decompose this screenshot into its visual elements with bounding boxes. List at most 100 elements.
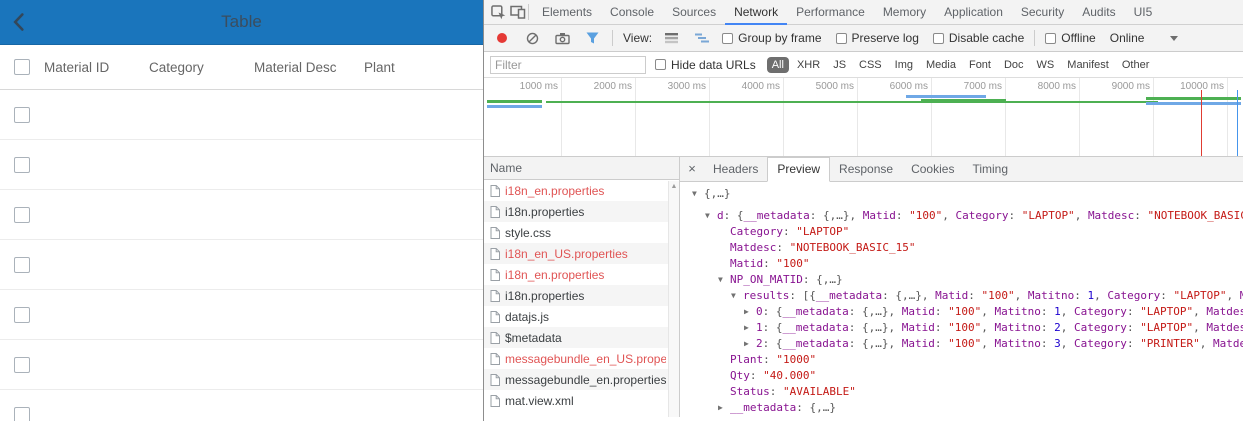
table-row[interactable] (0, 390, 483, 421)
row-checkbox[interactable] (14, 406, 30, 421)
detail-tab-headers[interactable]: Headers (704, 157, 767, 181)
network-request-row[interactable]: mat.view.xml (484, 390, 679, 411)
tab-console[interactable]: Console (601, 0, 663, 25)
json-tree-line[interactable]: Matdesc: "NOTEBOOK_BASIC_15" (686, 240, 1243, 256)
tab-audits[interactable]: Audits (1073, 0, 1124, 25)
view-overview-button[interactable] (692, 28, 712, 48)
filter-type-js[interactable]: JS (828, 57, 851, 73)
filter-type-doc[interactable]: Doc (999, 57, 1029, 73)
expand-arrow-icon[interactable]: ▼ (692, 186, 704, 202)
scroll-up-icon[interactable]: ▲ (669, 183, 679, 190)
table-row[interactable] (0, 340, 483, 390)
inspect-button[interactable] (488, 2, 508, 22)
expand-arrow-icon[interactable]: ▼ (718, 272, 730, 288)
throttling-select[interactable]: Online (1110, 31, 1145, 45)
json-tree-line[interactable]: ▶ 2: {__metadata: {,…}, Matid: "100", Mat… (686, 336, 1243, 352)
column-header-category[interactable]: Category (149, 60, 254, 75)
checkbox-disable-cache[interactable]: Disable cache (932, 31, 1024, 45)
filter-type-all[interactable]: All (766, 56, 789, 73)
tab-sources[interactable]: Sources (663, 0, 725, 25)
network-request-row[interactable]: datajs.js (484, 306, 679, 327)
tab-elements[interactable]: Elements (533, 0, 601, 25)
tab-performance[interactable]: Performance (787, 0, 874, 25)
expand-arrow-icon[interactable]: ▼ (731, 288, 743, 304)
filter-type-other[interactable]: Other (1117, 57, 1155, 73)
json-tree-line[interactable]: Status: "AVAILABLE" (686, 384, 1243, 400)
filter-type-css[interactable]: CSS (854, 57, 887, 73)
json-tree-line[interactable]: Plant: "1000" (686, 352, 1243, 368)
filter-button[interactable] (582, 28, 602, 48)
detail-tab-response[interactable]: Response (830, 157, 902, 181)
back-button[interactable] (13, 0, 24, 44)
json-tree-line[interactable]: ▶ 1: {__metadata: {,…}, Matid: "100", Mat… (686, 320, 1243, 336)
row-checkbox[interactable] (14, 356, 30, 373)
expand-arrow-icon[interactable]: ▶ (744, 336, 756, 352)
checkbox-offline[interactable]: Offline (1045, 31, 1096, 45)
row-checkbox[interactable] (14, 106, 30, 123)
tab-security[interactable]: Security (1012, 0, 1073, 25)
json-tree-line[interactable]: Category: "LAPTOP" (686, 224, 1243, 240)
screenshot-button[interactable] (552, 28, 572, 48)
table-row[interactable] (0, 140, 483, 190)
filter-type-img[interactable]: Img (890, 57, 918, 73)
network-request-row[interactable]: $metadata (484, 327, 679, 348)
filter-type-ws[interactable]: WS (1032, 57, 1060, 73)
column-header-material-desc[interactable]: Material Desc (254, 60, 364, 75)
name-column-header[interactable]: Name (484, 157, 679, 180)
table-row[interactable] (0, 190, 483, 240)
checkbox-group-by-frame[interactable]: Group by frame (722, 31, 822, 45)
network-request-row[interactable]: i18n_en.properties (484, 264, 679, 285)
record-button[interactable] (492, 28, 512, 48)
clear-button[interactable] (522, 28, 542, 48)
close-detail-button[interactable]: × (680, 157, 704, 181)
network-request-row[interactable]: style.css (484, 222, 679, 243)
json-tree-line[interactable]: ▼ NP_ON_MATID: {,…} (686, 272, 1243, 288)
tab-application[interactable]: Application (935, 0, 1012, 25)
filter-type-manifest[interactable]: Manifest (1062, 57, 1114, 73)
json-tree-line[interactable]: ▼ d: {__metadata: {,…}, Matid: "100", Cat… (686, 208, 1243, 224)
json-tree-line[interactable]: ▶ __metadata: {,…} (686, 400, 1243, 416)
column-header-material-id[interactable]: Material ID (44, 60, 149, 75)
detail-tab-preview[interactable]: Preview (767, 157, 831, 182)
json-tree-line[interactable]: ▶ 0: {__metadata: {,…}, Matid: "100", Mat… (686, 304, 1243, 320)
device-toolbar-button[interactable] (508, 2, 528, 22)
network-overview-timeline[interactable]: 1000 ms 2000 ms 3000 ms 4000 ms 5000 ms 6000 … (484, 78, 1243, 157)
tab-ui5[interactable]: UI5 (1125, 0, 1162, 25)
network-request-row[interactable]: i18n_en.properties (484, 180, 679, 201)
network-request-row[interactable]: messagebundle_en_US.properties (484, 348, 679, 369)
row-checkbox[interactable] (14, 206, 30, 223)
network-request-row[interactable]: i18n_en_US.properties (484, 243, 679, 264)
row-checkbox[interactable] (14, 306, 30, 323)
filter-type-font[interactable]: Font (964, 57, 996, 73)
expand-arrow-icon[interactable]: ▶ (718, 400, 730, 416)
dropdown-arrow-icon[interactable] (1170, 35, 1179, 41)
expand-arrow-icon[interactable]: ▶ (744, 320, 756, 336)
scrollbar[interactable]: ▲ (668, 181, 679, 417)
tab-network[interactable]: Network (725, 0, 787, 25)
filter-type-xhr[interactable]: XHR (792, 57, 825, 73)
detail-tab-cookies[interactable]: Cookies (902, 157, 963, 181)
network-request-row[interactable]: i18n.properties (484, 285, 679, 306)
column-header-plant[interactable]: Plant (364, 60, 483, 75)
network-request-row[interactable]: i18n.properties (484, 201, 679, 222)
select-all-checkbox[interactable] (14, 59, 30, 75)
expand-arrow-icon[interactable]: ▶ (744, 304, 756, 320)
filter-input[interactable] (490, 55, 646, 74)
table-row[interactable] (0, 290, 483, 340)
json-tree-line[interactable]: ▼ {,…} (686, 186, 1243, 202)
expand-arrow-icon[interactable]: ▼ (705, 208, 717, 224)
view-list-button[interactable] (662, 28, 682, 48)
tab-memory[interactable]: Memory (874, 0, 935, 25)
checkbox-hide-data-urls[interactable]: Hide data URLs (655, 58, 756, 72)
row-checkbox[interactable] (14, 256, 30, 273)
table-row[interactable] (0, 90, 483, 140)
json-tree-line[interactable]: Qty: "40.000" (686, 368, 1243, 384)
detail-tab-timing[interactable]: Timing (963, 157, 1017, 181)
json-tree-line[interactable]: Matid: "100" (686, 256, 1243, 272)
checkbox-preserve-log[interactable]: Preserve log (835, 31, 919, 45)
table-row[interactable] (0, 240, 483, 290)
row-checkbox[interactable] (14, 156, 30, 173)
filter-type-media[interactable]: Media (921, 57, 961, 73)
json-tree-line[interactable]: ▼ results: [{__metadata: {,…}, Matid: "10… (686, 288, 1243, 304)
network-request-row[interactable]: messagebundle_en.properties (484, 369, 679, 390)
